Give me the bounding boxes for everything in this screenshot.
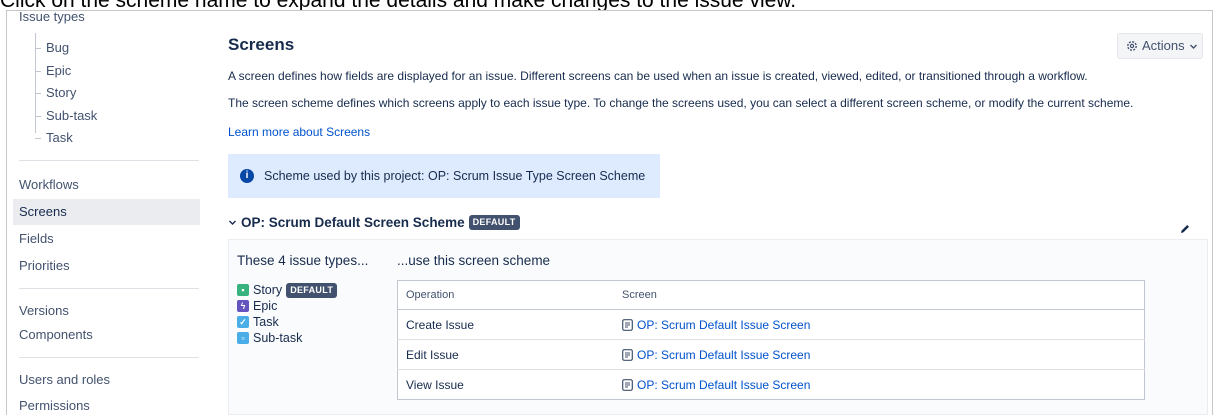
sidebar-item-priorities[interactable]: Priorities (13, 253, 200, 279)
scheme-info-box: i Scheme used by this project: OP: Scrum… (228, 154, 660, 198)
screen-link-label[interactable]: OP: Scrum Default Issue Screen (637, 378, 810, 392)
scheme-info-text: Scheme used by this project: OP: Scrum I… (264, 169, 646, 183)
issue-types-heading: These 4 issue types... (237, 253, 369, 268)
default-badge: DEFAULT (286, 282, 338, 298)
issue-type-label: Task (253, 315, 279, 329)
actions-button[interactable]: Actions (1117, 33, 1203, 59)
scheme-toggle[interactable]: OP: Scrum Default Screen Scheme DEFAULT (228, 215, 520, 230)
screen-link[interactable]: OP: Scrum Default Issue Screen (622, 378, 1144, 392)
issue-type-label: Sub-task (253, 331, 303, 345)
page-title: Screens (228, 35, 295, 54)
screen-link-label[interactable]: OP: Scrum Default Issue Screen (637, 318, 810, 332)
sidebar-divider (19, 288, 199, 289)
scheme-name[interactable]: OP: Scrum Default Screen Scheme (241, 215, 465, 230)
app-frame: Issue types Bug Epic Story Sub-task Task… (6, 9, 1213, 415)
sidebar-item-workflows[interactable]: Workflows (13, 172, 200, 198)
operation-cell: View Issue (406, 377, 464, 392)
issue-type-subtask: ▫ Sub-task (237, 330, 337, 346)
sidebar-item-versions[interactable]: Versions (13, 298, 200, 324)
table-header-row: Operation Screen (397, 280, 1145, 310)
screen-link[interactable]: OP: Scrum Default Issue Screen (622, 318, 1144, 332)
use-scheme-heading: ...use this screen scheme (397, 253, 551, 268)
subtask-icon: ▫ (237, 332, 249, 344)
table-row: Create Issue OP: Scrum Default Issue Scr… (397, 309, 1145, 340)
main-content: Screens Actions A screen defines how fie… (228, 11, 1208, 415)
screen-cell: OP: Scrum Default Issue Screen (614, 370, 1145, 400)
operation-cell: Create Issue (397, 309, 614, 340)
sidebar: Issue types Bug Epic Story Sub-task Task… (7, 9, 209, 415)
sidebar-issue-type-task[interactable]: Task (34, 127, 97, 150)
screens-description: A screen defines how fields are displaye… (228, 69, 1088, 83)
task-icon: ✓ (237, 316, 249, 328)
scheme-details-panel: These 4 issue types... ...use this scree… (228, 239, 1208, 415)
sidebar-item-screens[interactable]: Screens (13, 199, 200, 225)
sidebar-divider (19, 357, 199, 358)
issue-type-list: ▪ Story DEFAULT ϟ Epic ✓ Task ▫ Sub-task (237, 282, 338, 346)
screen-link-label[interactable]: OP: Scrum Default Issue Screen (637, 348, 810, 362)
operations-table: Operation Screen Create Issue OP: Scrum … (397, 280, 1145, 400)
gear-icon (1127, 41, 1137, 51)
sidebar-issue-type-bug[interactable]: Bug (34, 37, 97, 60)
sidebar-divider (19, 160, 199, 161)
column-header-screen: Screen (614, 280, 1145, 310)
pencil-icon[interactable] (1179, 223, 1191, 235)
sidebar-heading-issue-types[interactable]: Issue types (19, 9, 85, 24)
table-row: Edit Issue OP: Scrum Default Issue Scree… (397, 339, 1145, 370)
epic-icon: ϟ (237, 300, 249, 312)
chevron-down-icon (1189, 44, 1197, 49)
story-icon: ▪ (237, 284, 249, 296)
issue-type-epic: ϟ Epic (237, 298, 337, 314)
screen-scheme-description: The screen scheme defines which screens … (228, 96, 1134, 110)
chevron-down-icon (229, 220, 236, 225)
sidebar-item-fields[interactable]: Fields (13, 226, 200, 252)
sidebar-item-permissions[interactable]: Permissions (13, 393, 200, 419)
actions-label: Actions (1142, 38, 1185, 53)
issue-type-label: Epic (253, 299, 278, 313)
table-row: View Issue OP: Scrum Default Issue Scree… (398, 370, 1145, 400)
screen-icon (622, 378, 633, 391)
screen-icon (622, 348, 633, 361)
screen-cell: OP: Scrum Default Issue Screen (614, 309, 1145, 340)
operation-cell: Edit Issue (397, 339, 614, 370)
issue-type-task: ✓ Task (237, 314, 337, 330)
screen-cell: OP: Scrum Default Issue Screen (614, 339, 1145, 370)
sidebar-item-users-and-roles[interactable]: Users and roles (13, 367, 200, 393)
issue-type-label: Story (253, 283, 283, 297)
screen-icon (622, 318, 633, 331)
screen-link[interactable]: OP: Scrum Default Issue Screen (622, 348, 1144, 362)
issue-type-story: ▪ Story DEFAULT (237, 282, 338, 298)
learn-more-link[interactable]: Learn more about Screens (228, 125, 370, 139)
sidebar-issue-type-subtask[interactable]: Sub-task (34, 105, 97, 128)
issue-type-tree: Bug Epic Story Sub-task Task (34, 33, 97, 150)
column-header-operation: Operation (397, 280, 614, 310)
info-icon: i (240, 169, 254, 183)
default-badge: DEFAULT (468, 215, 520, 230)
sidebar-issue-type-epic[interactable]: Epic (34, 60, 97, 83)
sidebar-item-components[interactable]: Components (13, 322, 200, 348)
sidebar-issue-type-story[interactable]: Story (34, 82, 97, 105)
